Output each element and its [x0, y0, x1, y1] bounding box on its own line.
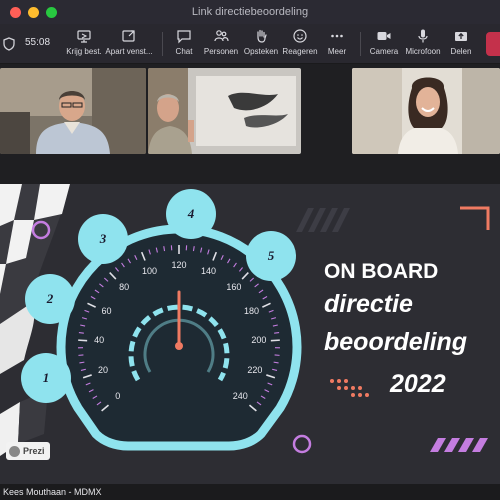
gauge-tick — [274, 331, 280, 334]
slide-title-line-3: beoordeling — [324, 328, 468, 356]
toolbar-label: Apart venst... — [105, 47, 153, 56]
people-icon — [214, 30, 229, 42]
meeting-timer: 55:08 — [25, 37, 51, 48]
gauge-tick — [163, 246, 166, 252]
gauge-hub — [175, 342, 183, 350]
toolbar-label: Microfoon — [405, 47, 441, 56]
presenter-name: Kees Mouthaan - MDMX — [3, 487, 102, 497]
toolbar-button-apart-venster[interactable]: Apart venst... — [104, 28, 154, 60]
slide-title-year: 2022 — [390, 370, 446, 398]
gauge-tick-label: 220 — [247, 365, 263, 376]
gauge-tick-label: 240 — [232, 391, 248, 402]
toolbar-button-microfoon[interactable]: Microfoon — [403, 28, 443, 60]
toolbar-button-reageren[interactable]: Reageren — [282, 28, 318, 60]
toolbar-label: Camera — [369, 47, 399, 56]
chat-icon — [177, 30, 191, 44]
step-bubble-2: 2 — [25, 274, 75, 324]
gauge-tick-label: 0 — [115, 391, 121, 402]
participant-video-tile[interactable] — [148, 68, 301, 154]
participant-video-feed — [148, 68, 301, 154]
gauge-tick — [192, 246, 195, 252]
gauge-tick-label: 40 — [94, 335, 105, 346]
step-bubble-3: 3 — [78, 214, 128, 264]
screen-share-icon — [77, 30, 91, 43]
toolbar-label: Reageren — [282, 47, 318, 56]
gauge-tick-label: 100 — [141, 265, 157, 276]
step-bubble-5: 5 — [246, 231, 296, 281]
step-bubble-1: 1 — [21, 353, 71, 403]
slide-title-line-2: directie — [324, 290, 413, 318]
share-icon — [455, 32, 467, 41]
window-titlebar: Link directiebeoordeling — [0, 0, 500, 24]
participant-video-feed — [352, 68, 500, 154]
toolbar-button-krijg-best[interactable]: Krijg best. — [64, 28, 104, 60]
prezi-label: Prezi — [23, 446, 45, 456]
react-icon — [293, 29, 307, 43]
toolbar-label: Meer — [327, 47, 347, 56]
gauge-tick — [270, 339, 280, 342]
raise-hand-icon — [257, 29, 267, 43]
gauge-tick-label: 180 — [243, 306, 260, 317]
step-bubble-4: 4 — [166, 189, 216, 239]
participant-video-tile[interactable] — [352, 68, 500, 154]
shield-icon[interactable] — [3, 37, 15, 51]
meeting-toolbar: 55:08 Krijg best. Apart venst... Chat Pe… — [0, 24, 500, 64]
toolbar-divider — [360, 32, 361, 56]
participant-video-feed — [0, 68, 146, 154]
presenter-bar: Kees Mouthaan - MDMX — [0, 484, 500, 500]
pop-out-icon — [122, 30, 135, 42]
toolbar-button-camera[interactable]: Camera — [368, 28, 400, 60]
gauge-tick-label: 160 — [226, 281, 242, 292]
toolbar-button-opsteken[interactable]: Opsteken — [242, 28, 280, 60]
toolbar-button-personen[interactable]: Personen — [202, 28, 240, 60]
gauge-tick — [78, 331, 84, 334]
gauge-tick-label: 80 — [119, 281, 130, 292]
participant-video-tile[interactable] — [0, 68, 146, 154]
toolbar-button-delen[interactable]: Delen — [447, 28, 475, 60]
toolbar-label: Delen — [450, 47, 472, 56]
gauge-tick-label: 20 — [98, 365, 109, 376]
toolbar-button-meer[interactable]: Meer — [324, 28, 350, 60]
toolbar-label: Personen — [203, 47, 239, 56]
toolbar-button-chat[interactable]: Chat — [170, 28, 198, 60]
participant-video-strip — [0, 64, 500, 184]
microphone-icon — [418, 29, 428, 43]
shared-presentation: 0 20 40 60 80 100 120 140 160 180 200 220 240 1 2 3 … — [0, 184, 500, 484]
prezi-badge[interactable]: Prezi — [6, 442, 50, 460]
toolbar-label: Krijg best. — [66, 47, 102, 56]
leave-button[interactable] — [486, 32, 500, 56]
prezi-logo-icon — [9, 445, 20, 457]
window-title: Link directiebeoordeling — [191, 6, 309, 18]
gauge-tick-label: 200 — [251, 335, 267, 346]
gauge-tick-label: 140 — [201, 265, 217, 276]
slide-title-line-1: ON BOARD — [324, 260, 439, 283]
gauge-tick-label: 60 — [101, 306, 112, 317]
camera-icon — [377, 32, 391, 40]
toolbar-divider — [162, 32, 163, 56]
more-icon — [331, 34, 343, 38]
toolbar-label: Opsteken — [243, 47, 279, 56]
toolbar-label: Chat — [175, 47, 193, 56]
gauge-tick-label: 120 — [171, 260, 187, 270]
